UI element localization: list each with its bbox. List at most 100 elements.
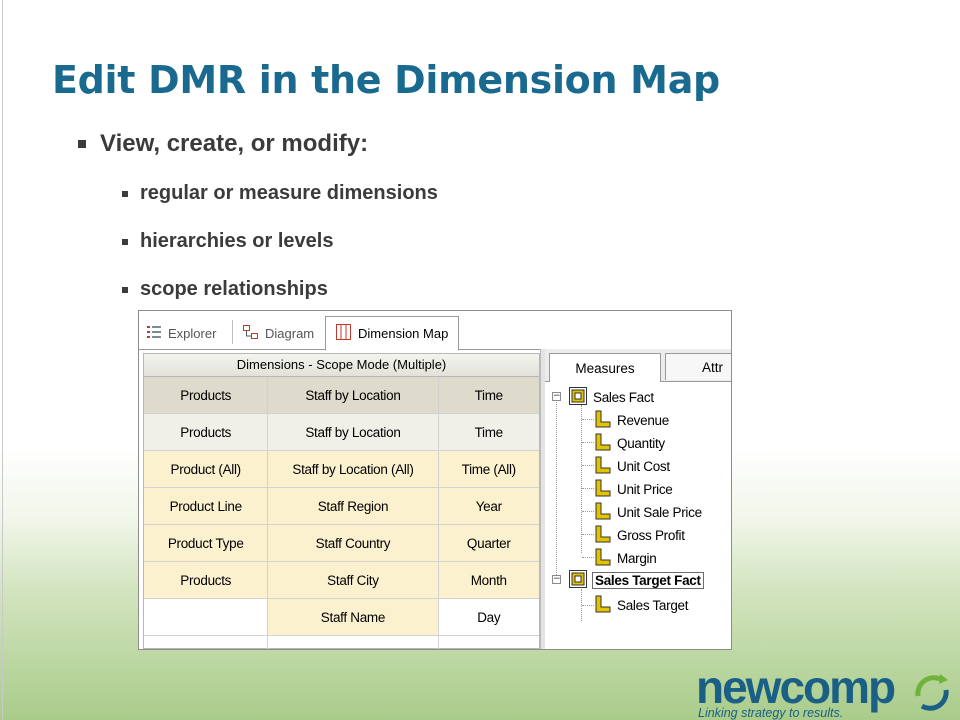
tree-node-label: Sales Target [617,597,689,613]
square-bullet-icon [78,140,86,148]
tab-label: Explorer [168,325,217,341]
level-cell[interactable]: Products [144,562,269,598]
tab-separator [232,320,233,344]
tab-explorer[interactable]: Explorer [147,318,216,348]
table-row: Products Staff by Location Time [144,414,539,451]
tree-node-label: Sales Fact [593,389,654,405]
tree-node-label: Revenue [617,412,669,428]
measures-tree: − Sales Fact Revenue Quantity Unit Cost … [545,383,731,649]
bullet-text: View, create, or modify: [100,130,369,157]
bullet-text: regular or measure dimensions [140,182,438,204]
level-cell[interactable]: Staff City [268,562,439,598]
dimension-header-cell[interactable]: Products [144,377,269,413]
empty-cell [144,636,269,649]
tab-measures[interactable]: Measures [549,353,661,382]
grid-header: Dimensions - Scope Mode (Multiple) [144,354,539,377]
bullet-text: scope relationships [140,278,328,300]
tree-node-sales-target-fact[interactable]: Sales Target Fact [569,569,704,591]
measure-icon [595,548,611,569]
empty-cell [439,636,539,649]
dimension-grid: Dimensions - Scope Mode (Multiple) Produ… [143,353,540,649]
tree-guide-line [582,442,594,443]
logo-wordmark: newcomp [696,661,896,713]
tree-guide-line [582,419,594,420]
square-bullet-icon [122,286,128,293]
slide-left-border [2,0,3,720]
level-cell[interactable]: Product Type [144,525,269,561]
level-cell[interactable]: Month [438,562,539,598]
tree-node-measure[interactable]: Unit Sale Price [595,502,702,522]
empty-cell [144,599,269,635]
hierarchy-cell[interactable]: Time [439,414,539,450]
measure-icon [595,456,611,477]
tab-diagram[interactable]: Diagram [243,318,314,348]
tree-node-label: Sales Target Fact [592,571,704,589]
tree-node-measure[interactable]: Unit Cost [595,456,670,476]
measure-icon [595,433,611,454]
table-row: Product Type Staff Country Quarter [144,525,539,562]
tree-node-label: Unit Price [617,481,673,497]
collapse-toggle-icon[interactable]: − [552,575,561,584]
table-row [144,636,539,649]
dimension-map-screenshot: Explorer Diagram Dimension Map Dimension… [138,310,732,650]
tree-guide-line [582,511,594,512]
tree-node-measure[interactable]: Revenue [595,410,669,430]
logo-tagline: Linking strategy to results. [698,706,844,720]
measures-panel: Attr Measures − Sales Fact Revenue Quant… [545,349,731,649]
tree-node-measure[interactable]: Unit Price [595,479,673,499]
view-tab-bar: Explorer Diagram Dimension Map [139,311,731,351]
table-row: Staff Name Day [144,599,539,636]
tree-node-measure[interactable]: Sales Target [595,595,689,616]
level-cell[interactable]: Year [438,488,539,524]
tab-label: Diagram [265,325,315,341]
bullet-level2: regular or measure dimensions [122,182,438,205]
tree-guide-line [581,405,582,553]
tree-node-label: Unit Cost [617,458,670,474]
tree-node-measure[interactable]: Gross Profit [595,525,685,545]
empty-cell [268,636,439,649]
measure-icon [595,479,611,500]
dimension-header-cell[interactable]: Staff by Location [268,377,439,413]
tab-dimension-map[interactable]: Dimension Map [325,316,460,351]
tree-node-measure[interactable]: Margin [595,548,657,569]
level-cell[interactable]: Staff Region [268,488,439,524]
level-cell[interactable]: Product (All) [144,451,269,487]
tree-node-measure[interactable]: Quantity [595,433,665,453]
tree-tab-bar: Attr Measures [545,349,731,382]
measure-dimension-icon [569,386,587,408]
bullet-level1: View, create, or modify: [78,130,368,158]
tree-node-label: Margin [617,550,657,566]
tree-guide-line [582,488,594,489]
dimension-map-icon [336,324,351,343]
collapse-toggle-icon[interactable]: − [552,392,561,401]
tree-node-label: Quantity [617,435,665,451]
level-cell[interactable]: Staff Country [268,525,439,561]
table-row: Product (All) Staff by Location (All) Ti… [144,451,539,488]
explorer-list-icon [147,325,161,342]
level-cell[interactable]: Staff Name [268,599,439,635]
table-row: Products Staff by Location Time [144,377,539,414]
tree-guide-line [582,605,594,606]
level-cell[interactable]: Day [438,599,539,635]
tree-guide-line [582,534,594,535]
level-cell[interactable]: Time (All) [438,451,539,487]
level-cell[interactable]: Product Line [144,488,269,524]
level-cell[interactable]: Quarter [438,525,539,561]
table-row: Product Line Staff Region Year [144,488,539,525]
dimension-header-cell[interactable]: Time [439,377,539,413]
hierarchy-cell[interactable]: Products [144,414,269,450]
square-bullet-icon [122,190,128,197]
measure-icon [595,410,611,431]
company-logo: newcomp Linking strategy to results. [694,664,956,720]
bullet-level2: scope relationships [122,278,328,301]
hierarchy-cell[interactable]: Staff by Location [268,414,439,450]
level-cell[interactable]: Staff by Location (All) [268,451,439,487]
tab-attributes[interactable]: Attr [665,353,731,380]
tree-node-label: Gross Profit [617,527,685,543]
square-bullet-icon [122,238,128,245]
measure-dimension-icon [569,569,587,591]
table-row: Products Staff City Month [144,562,539,599]
tree-node-sales-fact[interactable]: Sales Fact [569,386,654,408]
measure-icon [595,595,611,616]
slide-title: Edit DMR in the Dimension Map [52,58,720,102]
